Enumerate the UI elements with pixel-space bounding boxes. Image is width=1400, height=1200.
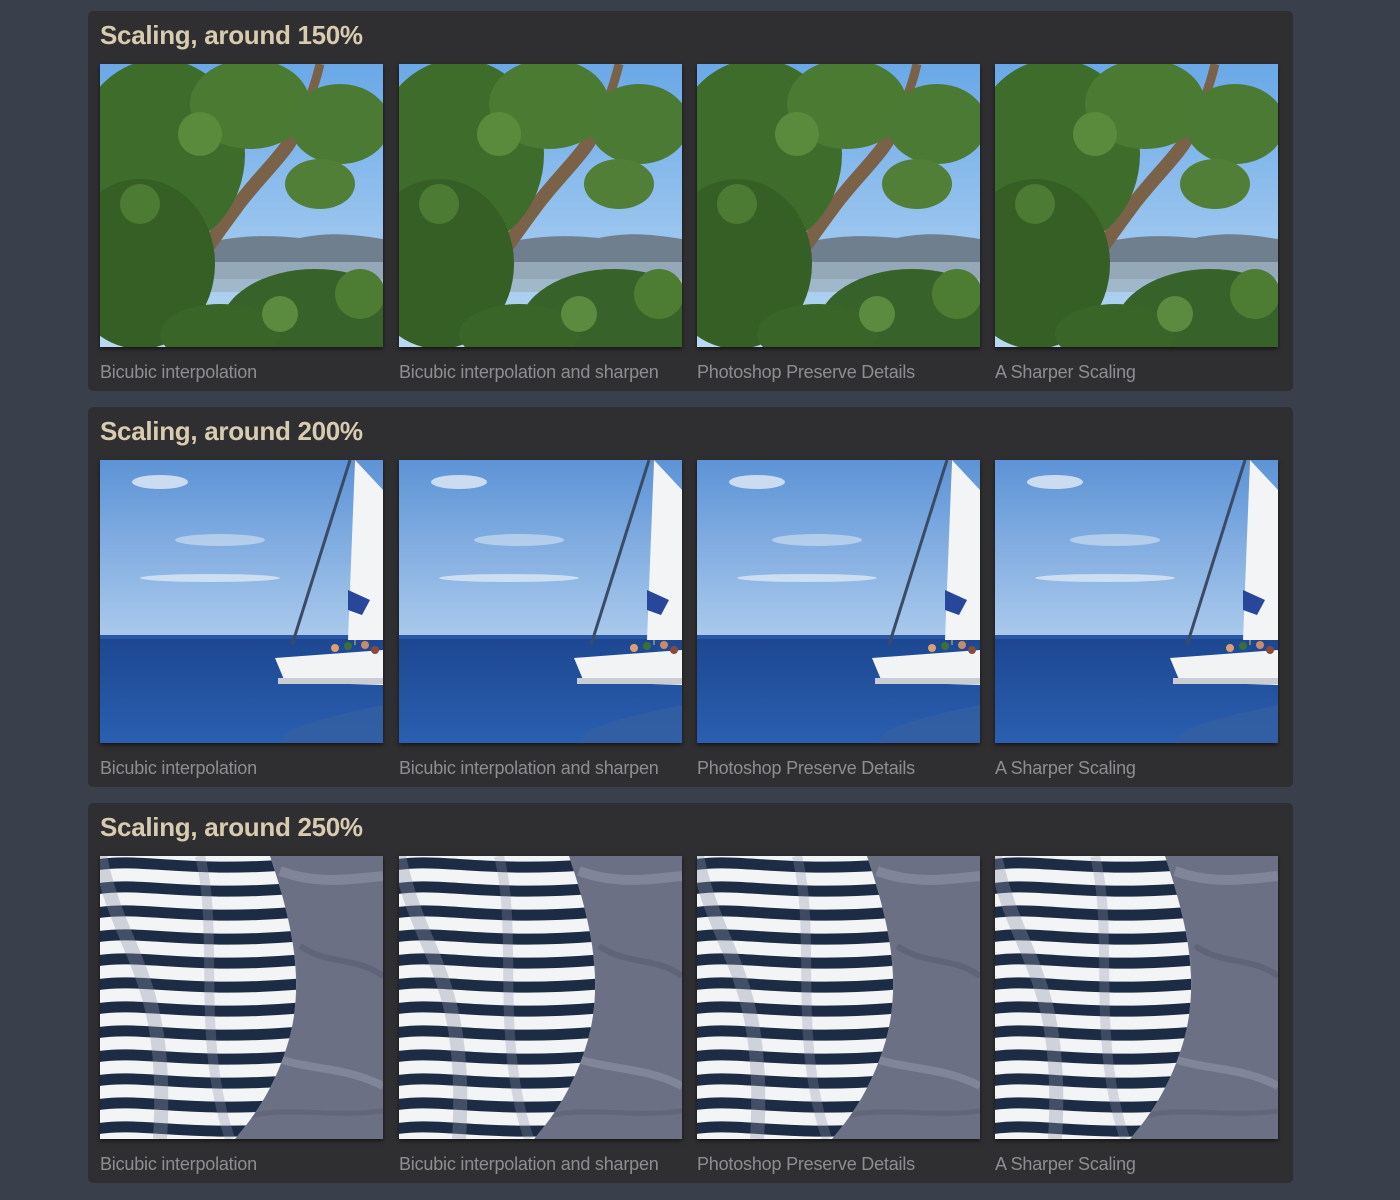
panel-title: Scaling, around 150% <box>100 20 363 50</box>
tree-image-sharper-scaling[interactable] <box>995 64 1278 347</box>
caption-bicubic: Bicubic interpolation <box>100 362 257 382</box>
tree-image-bicubic[interactable] <box>100 64 383 347</box>
caption-sharper-scaling: A Sharper Scaling <box>995 758 1136 778</box>
panel-title: Scaling, around 250% <box>100 812 363 842</box>
fabric-image-sharper-scaling[interactable] <box>995 856 1278 1139</box>
fabric-image-bicubic[interactable] <box>100 856 383 1139</box>
tree-image-preserve-details[interactable] <box>697 64 980 347</box>
caption-bicubic-sharpen: Bicubic interpolation and sharpen <box>399 362 659 382</box>
panel-title: Scaling, around 200% <box>100 416 363 446</box>
caption-sharper-scaling: A Sharper Scaling <box>995 1154 1136 1174</box>
sailboat-image-bicubic[interactable] <box>100 460 383 743</box>
comparison-panel-250: Scaling, around 250% Bicubic interpolati… <box>88 803 1293 1183</box>
fabric-image-preserve-details[interactable] <box>697 856 980 1139</box>
caption-sharper-scaling: A Sharper Scaling <box>995 362 1136 382</box>
fabric-image-bicubic-sharpen[interactable] <box>399 856 682 1139</box>
caption-bicubic: Bicubic interpolation <box>100 758 257 778</box>
sailboat-image-preserve-details[interactable] <box>697 460 980 743</box>
caption-bicubic-sharpen: Bicubic interpolation and sharpen <box>399 1154 659 1174</box>
sailboat-image-sharper-scaling[interactable] <box>995 460 1278 743</box>
sailboat-image-bicubic-sharpen[interactable] <box>399 460 682 743</box>
caption-bicubic: Bicubic interpolation <box>100 1154 257 1174</box>
caption-preserve-details: Photoshop Preserve Details <box>697 1154 915 1174</box>
comparison-panel-200: Scaling, around 200% Bicubic interpolati… <box>88 407 1293 787</box>
caption-bicubic-sharpen: Bicubic interpolation and sharpen <box>399 758 659 778</box>
caption-preserve-details: Photoshop Preserve Details <box>697 362 915 382</box>
comparison-panel-150: Scaling, around 150% Bicubic interpolati… <box>88 11 1293 391</box>
tree-image-bicubic-sharpen[interactable] <box>399 64 682 347</box>
caption-preserve-details: Photoshop Preserve Details <box>697 758 915 778</box>
